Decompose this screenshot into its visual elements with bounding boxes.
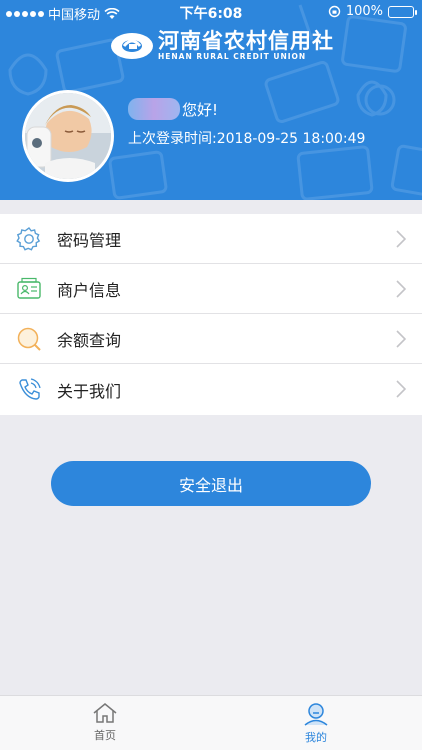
id-card-icon — [15, 275, 43, 303]
status-bar: 中国移动 下午6:08 100% — [0, 0, 422, 24]
chevron-right-icon — [396, 330, 406, 348]
header: 中国移动 下午6:08 100% 河南省农村信用社 HENAN RURAL CR… — [0, 0, 422, 200]
orientation-lock-icon — [328, 5, 341, 18]
logout-button[interactable]: 安全退出 — [51, 461, 371, 506]
search-icon — [15, 325, 43, 353]
menu-item-label: 商户信息 — [57, 280, 122, 300]
menu-item-label: 余额查询 — [57, 330, 122, 350]
gear-icon — [15, 225, 43, 253]
brand: 河南省农村信用社 HENAN RURAL CREDIT UNION — [110, 30, 334, 61]
menu-item-password[interactable]: 密码管理 — [0, 214, 422, 264]
menu-list: 密码管理 商户信息 余额查询 关于我们 — [0, 214, 422, 415]
user-name-masked — [128, 98, 180, 120]
tab-bar: 首页 我的 — [0, 695, 422, 750]
menu-item-label: 密码管理 — [57, 230, 122, 250]
chevron-right-icon — [396, 230, 406, 248]
home-icon — [93, 703, 117, 723]
greeting-text: 您好! — [182, 100, 219, 119]
brand-name: 河南省农村信用社 — [158, 29, 334, 53]
avatar-photo — [25, 93, 111, 179]
phone-icon — [15, 376, 43, 404]
chevron-right-icon — [396, 280, 406, 298]
chevron-right-icon — [396, 380, 406, 398]
user-icon — [304, 703, 328, 726]
menu-item-merchant-info[interactable]: 商户信息 — [0, 264, 422, 314]
tab-home[interactable]: 首页 — [75, 702, 135, 743]
avatar[interactable] — [22, 90, 114, 182]
greeting: 您好! — [128, 98, 218, 120]
menu-item-label: 关于我们 — [57, 381, 122, 401]
tab-mine[interactable]: 我的 — [286, 702, 346, 745]
battery-percent: 100% — [345, 4, 383, 19]
tab-label: 首页 — [94, 729, 116, 742]
brand-logo-icon — [111, 32, 153, 59]
last-login-time: 上次登录时间:2018-09-25 18:00:49 — [128, 131, 366, 147]
menu-item-balance-query[interactable]: 余额查询 — [0, 314, 422, 364]
battery-icon — [388, 5, 417, 18]
tab-label: 我的 — [305, 731, 327, 744]
brand-english: HENAN RURAL CREDIT UNION — [158, 52, 307, 61]
menu-item-about-us[interactable]: 关于我们 — [0, 364, 422, 415]
